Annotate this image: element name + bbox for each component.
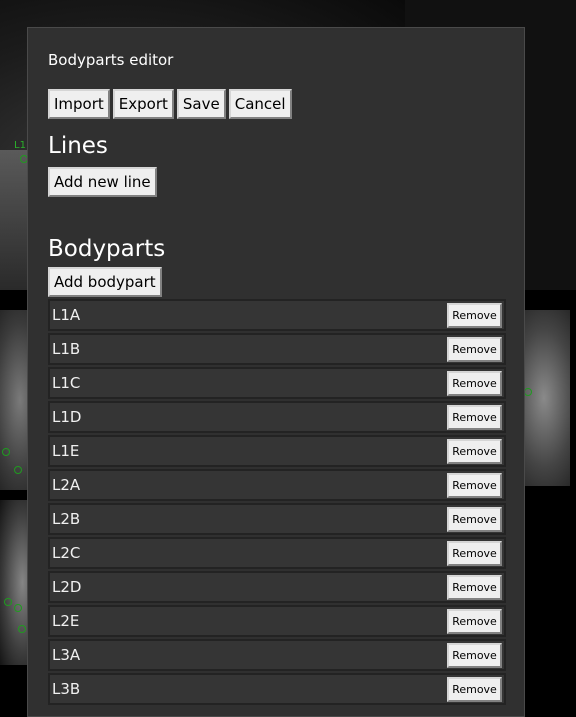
bodypart-label: L2B [52, 510, 81, 528]
export-button[interactable]: Export [112, 89, 174, 119]
remove-button[interactable]: Remove [447, 608, 502, 634]
import-button[interactable]: Import [48, 89, 110, 119]
bodypart-label: L3B [52, 680, 81, 698]
keypoint-marker [14, 466, 22, 474]
bodypart-label: L2A [52, 476, 81, 494]
save-button[interactable]: Save [176, 89, 226, 119]
list-item: L1E Remove [48, 435, 506, 467]
bodypart-label: L1E [52, 442, 80, 460]
remove-button[interactable]: Remove [447, 642, 502, 668]
keypoint-marker [14, 604, 22, 612]
remove-button[interactable]: Remove [447, 506, 502, 532]
keypoint-marker [524, 388, 532, 396]
remove-button[interactable]: Remove [447, 302, 502, 328]
remove-button[interactable]: Remove [447, 574, 502, 600]
remove-button[interactable]: Remove [447, 540, 502, 566]
list-item: L3B Remove [48, 673, 506, 705]
panel-title: Bodyparts editor [48, 51, 174, 69]
remove-button[interactable]: Remove [447, 336, 502, 362]
bodypart-label: L2E [52, 612, 80, 630]
list-item: L2B Remove [48, 503, 506, 535]
remove-button[interactable]: Remove [447, 472, 502, 498]
remove-button[interactable]: Remove [447, 438, 502, 464]
keypoint-marker [4, 598, 12, 606]
lines-heading: Lines [48, 133, 108, 159]
add-bodypart-button[interactable]: Add bodypart [48, 267, 162, 297]
bodypart-label: L1B [52, 340, 81, 358]
cancel-button[interactable]: Cancel [228, 89, 292, 119]
bodyparts-editor-panel: Bodyparts editor Import Export Save Canc… [27, 27, 525, 717]
list-item: L1C Remove [48, 367, 506, 399]
add-new-line-button[interactable]: Add new line [48, 167, 157, 197]
list-item: L1D Remove [48, 401, 506, 433]
bodypart-label: L1D [52, 408, 82, 426]
remove-button[interactable]: Remove [447, 370, 502, 396]
list-item: L1B Remove [48, 333, 506, 365]
list-item: L3A Remove [48, 639, 506, 671]
list-item: L2C Remove [48, 537, 506, 569]
remove-button[interactable]: Remove [447, 404, 502, 430]
bodyparts-heading: Bodyparts [48, 236, 166, 262]
list-item: L2A Remove [48, 469, 506, 501]
bodypart-label: L2C [52, 544, 81, 562]
keypoint-marker [2, 448, 10, 456]
bodyparts-list: L1A Remove L1B Remove L1C Remove L1D Rem… [48, 299, 506, 705]
list-item: L2D Remove [48, 571, 506, 603]
bodypart-label: L3A [52, 646, 81, 664]
list-item: L1A Remove [48, 299, 506, 331]
marker-label: L1 [14, 140, 26, 151]
bodypart-label: L1C [52, 374, 81, 392]
toolbar: Import Export Save Cancel [48, 89, 504, 119]
keypoint-marker [18, 625, 26, 633]
bodypart-label: L2D [52, 578, 82, 596]
background-frame [0, 150, 30, 290]
bodypart-label: L1A [52, 306, 81, 324]
remove-button[interactable]: Remove [447, 676, 502, 702]
list-item: L2E Remove [48, 605, 506, 637]
